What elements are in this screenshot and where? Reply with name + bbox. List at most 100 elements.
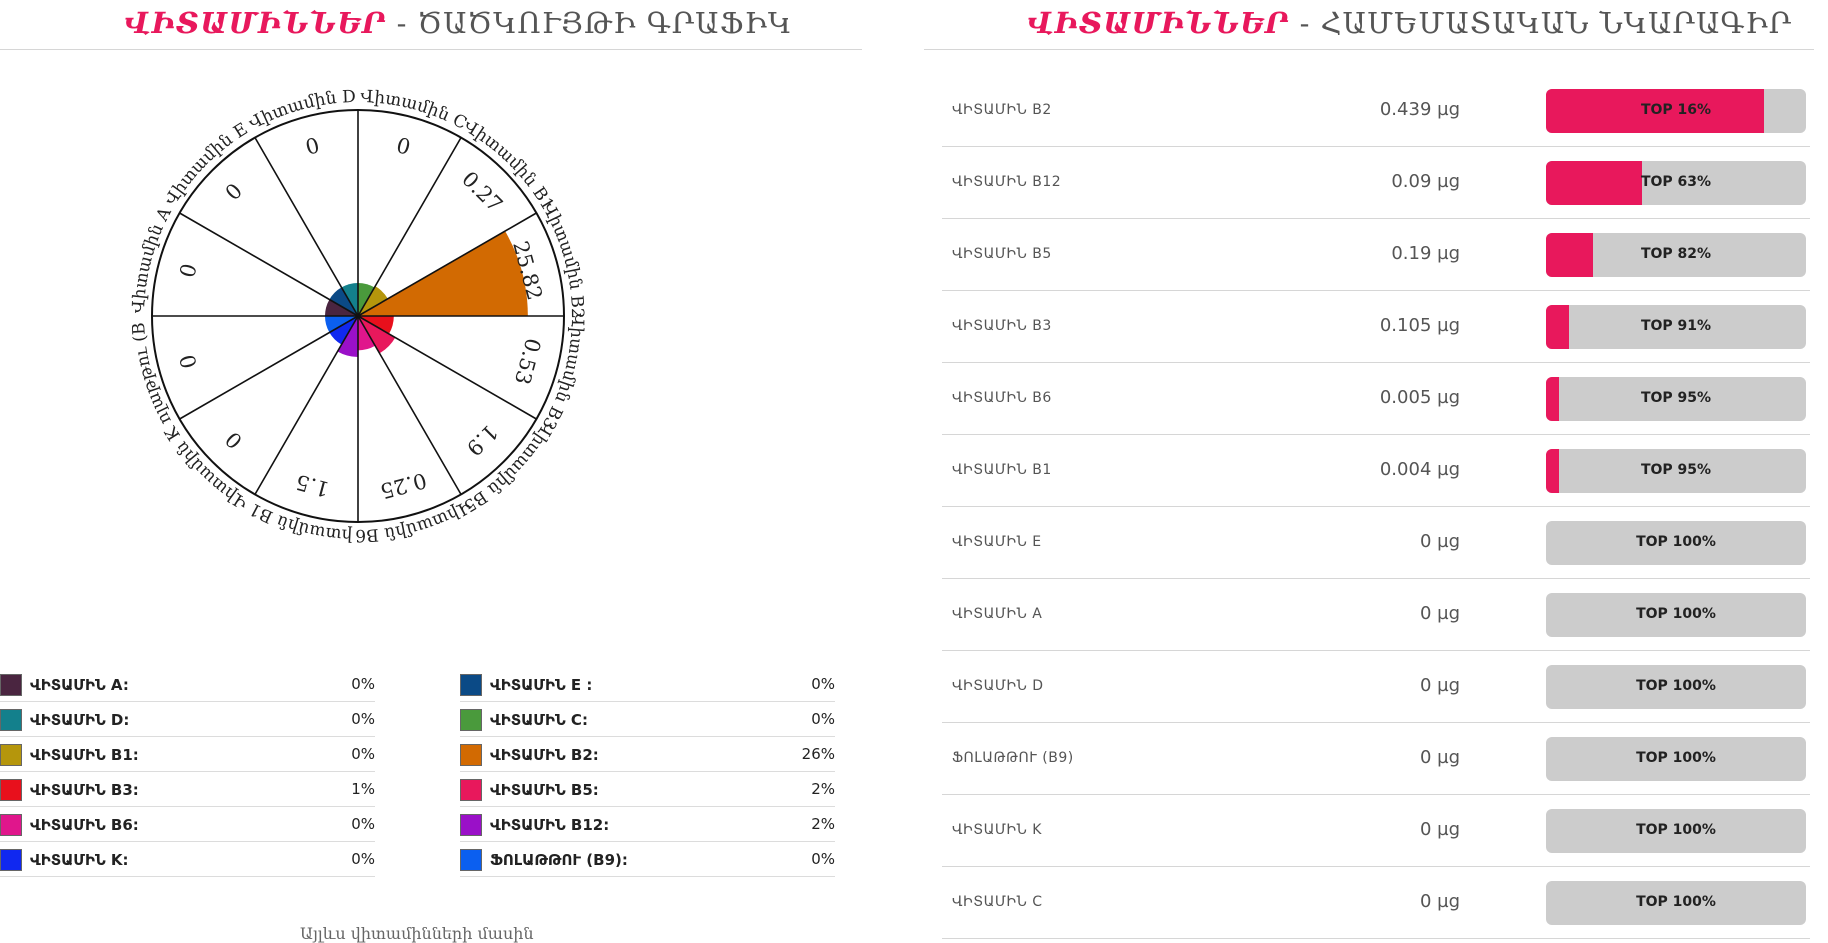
vitamin-polar-chart: Վիտամին CՎիտամին B1Վիտամին B2Վիտամին B3Վ… bbox=[100, 70, 588, 545]
comparison-panel-divider bbox=[924, 49, 1814, 50]
vitamin-amount: 0.19 µg bbox=[1391, 243, 1460, 264]
legend-label: ՎԻՏԱՄԻՆ B5: bbox=[490, 781, 599, 799]
chart-value-label: 0.27 bbox=[457, 167, 507, 217]
top-percentile-bar: TOP 16% bbox=[1546, 89, 1806, 133]
vitamin-row[interactable]: ՎԻՏԱՄԻՆ B3 0.105 µg TOP 91% bbox=[942, 291, 1810, 363]
legend-label: ՖՈԼԱԹԹՈՒ (B9): bbox=[490, 851, 628, 869]
legend-swatch bbox=[460, 849, 482, 871]
legend-percent: 0% bbox=[811, 850, 835, 868]
legend-swatch bbox=[460, 814, 482, 836]
top-percentile-bar: TOP 100% bbox=[1546, 521, 1806, 565]
top-percentile-label: TOP 100% bbox=[1636, 750, 1716, 766]
chart-spoke bbox=[179, 212, 359, 317]
top-percentile-label: TOP 100% bbox=[1636, 534, 1716, 550]
legend-percent: 26% bbox=[801, 745, 835, 763]
vitamin-name: ՎԻՏԱՄԻՆ K bbox=[952, 822, 1042, 838]
top-percentile-bar: TOP 82% bbox=[1546, 233, 1806, 277]
top-percentile-label: TOP 100% bbox=[1636, 822, 1716, 838]
vitamin-row[interactable]: ՖՈԼԱԹԹՈՒ (B9) 0 µg TOP 100% bbox=[942, 723, 1810, 795]
vitamin-amount: 0.105 µg bbox=[1379, 315, 1460, 336]
vitamin-name: ՎԻՏԱՄԻՆ A bbox=[952, 606, 1043, 622]
vitamins-comparison-table: ՎԻՏԱՄԻՆ B2 0.439 µg TOP 16% ՎԻՏԱՄԻՆ B12 0.09… bbox=[942, 75, 1810, 939]
chart-title-text: ԾԱԾԿՈՒՅԹԻ ԳՐԱՖԻԿ bbox=[417, 6, 793, 40]
vitamin-name: ՎԻՏԱՄԻՆ B6 bbox=[952, 390, 1052, 406]
chart-value-label: 1.5 bbox=[293, 470, 331, 502]
vitamin-amount: 0 µg bbox=[1419, 531, 1460, 552]
top-percentile-label: TOP 95% bbox=[1640, 462, 1712, 478]
legend-label: ՎԻՏԱՄԻՆ K: bbox=[30, 851, 129, 869]
legend-percent: 0% bbox=[351, 815, 375, 833]
chart-spoke bbox=[254, 137, 359, 317]
chart-panel-title: ՎԻՏԱՄԻՆՆԵՐ - ԾԱԾԿՈՒՅԹԻ ԳՐԱՖԻԿ bbox=[124, 6, 792, 40]
legend-label: ՎԻՏԱՄԻՆ B12: bbox=[490, 816, 610, 834]
legend-percent: 2% bbox=[811, 780, 835, 798]
vitamin-row[interactable]: ՎԻՏԱՄԻՆ B6 0.005 µg TOP 95% bbox=[942, 363, 1810, 435]
legend-label: ՎԻՏԱՄԻՆ B6: bbox=[30, 816, 139, 834]
top-percentile-label: TOP 82% bbox=[1640, 246, 1712, 262]
legend-label: ՎԻՏԱՄԻՆ C: bbox=[490, 711, 588, 729]
top-percentile-bar: TOP 100% bbox=[1546, 881, 1806, 925]
chart-legend-left: ՎԻՏԱՄԻՆ A: 0% ՎԻՏԱՄԻՆ D: 0% ՎԻՏԱՄԻՆ B1: 0% ՎԻՏ… bbox=[0, 667, 375, 877]
chart-legend-right: ՎԻՏԱՄԻՆ E :0% ՎԻՏԱՄԻՆ C: 0% ՎԻՏԱՄԻՆ B2: 26% Վ… bbox=[460, 667, 835, 877]
legend-label: ՎԻՏԱՄԻՆ D: bbox=[30, 711, 130, 729]
vitamin-row[interactable]: ՎԻՏԱՄԻՆ K 0 µg TOP 100% bbox=[942, 795, 1810, 867]
legend-label: ՎԻՏԱՄԻՆ B2: bbox=[490, 746, 599, 764]
vitamin-name: ՖՈԼԱԹԹՈՒ (B9) bbox=[952, 750, 1074, 766]
legend-percent: 0% bbox=[351, 745, 375, 763]
vitamin-row[interactable]: ՎԻՏԱՄԻՆ E 0 µg TOP 100% bbox=[942, 507, 1810, 579]
legend-swatch bbox=[0, 849, 22, 871]
legend-item: ՎԻՏԱՄԻՆ A: 0% bbox=[0, 667, 375, 702]
vitamin-row[interactable]: ՎԻՏԱՄԻՆ B5 0.19 µg TOP 82% bbox=[942, 219, 1810, 291]
vitamin-row[interactable]: ՎԻՏԱՄԻՆ D 0 µg TOP 100% bbox=[942, 651, 1810, 723]
legend-item: ՎԻՏԱՄԻՆ B6: 0% bbox=[0, 807, 375, 842]
comparison-panel-title: ՎԻՏԱՄԻՆՆԵՐ - ՀԱՄԵՄԱՏԱԿԱՆ ՆԿԱՐԱԳԻՐ bbox=[1027, 6, 1792, 40]
legend-swatch bbox=[0, 744, 22, 766]
vitamin-amount: 0 µg bbox=[1419, 819, 1460, 840]
top-percentile-label: TOP 100% bbox=[1636, 678, 1716, 694]
legend-percent: 0% bbox=[351, 675, 375, 693]
vitamin-amount: 0.09 µg bbox=[1391, 171, 1460, 192]
top-percentile-bar: TOP 63% bbox=[1546, 161, 1806, 205]
top-percentile-bar: TOP 100% bbox=[1546, 809, 1806, 853]
legend-item: ՎԻՏԱՄԻՆ B3: 1% bbox=[0, 772, 375, 807]
vitamin-row[interactable]: ՎԻՏԱՄԻՆ B2 0.439 µg TOP 16% bbox=[942, 75, 1810, 147]
top-percentile-bar: TOP 95% bbox=[1546, 377, 1806, 421]
legend-swatch bbox=[0, 814, 22, 836]
chart-panel-divider bbox=[0, 49, 862, 50]
legend-swatch bbox=[0, 779, 22, 801]
chart-spokes bbox=[152, 110, 564, 522]
top-percentile-bar: TOP 100% bbox=[1546, 593, 1806, 637]
vitamin-row[interactable]: ՎԻՏԱՄԻՆ B1 0.004 µg TOP 95% bbox=[942, 435, 1810, 507]
vitamin-name: ՎԻՏԱՄԻՆ B2 bbox=[952, 102, 1052, 118]
vitamin-row[interactable]: ՎԻՏԱՄԻՆ B12 0.09 µg TOP 63% bbox=[942, 147, 1810, 219]
top-percentile-bar: TOP 100% bbox=[1546, 665, 1806, 709]
vitamin-name: ՎԻՏԱՄԻՆ B1 bbox=[952, 462, 1052, 478]
chart-spoke bbox=[254, 315, 359, 495]
top-percentile-bar: TOP 95% bbox=[1546, 449, 1806, 493]
legend-percent: 0% bbox=[351, 850, 375, 868]
legend-percent: 0% bbox=[811, 675, 835, 693]
chart-value-label: 0 bbox=[221, 179, 247, 205]
chart-value-label: 0 bbox=[175, 261, 202, 280]
chart-title-accent: ՎԻՏԱՄԻՆՆԵՐ bbox=[124, 6, 387, 40]
legend-item: ՎԻՏԱՄԻՆ B12: 2% bbox=[460, 807, 835, 842]
legend-item: ՎԻՏԱՄԻՆ D: 0% bbox=[0, 702, 375, 737]
chart-value-label: 0 bbox=[394, 133, 413, 160]
legend-swatch bbox=[460, 674, 482, 696]
vitamin-row[interactable]: ՎԻՏԱՄԻՆ A 0 µg TOP 100% bbox=[942, 579, 1810, 651]
legend-item: ՎԻՏԱՄԻՆ C: 0% bbox=[460, 702, 835, 737]
legend-item: ՎԻՏԱՄԻՆ E : 0% bbox=[460, 667, 835, 702]
legend-swatch bbox=[0, 674, 22, 696]
legend-swatch bbox=[460, 779, 482, 801]
chart-category-label: Վիտամին B6 bbox=[355, 496, 475, 545]
chart-wedges bbox=[325, 231, 528, 357]
vitamin-name: ՎԻՏԱՄԻՆ D bbox=[952, 678, 1044, 694]
legend-swatch bbox=[0, 709, 22, 731]
more-vitamins-note: Այլևս վիտամինների մասին bbox=[300, 924, 534, 943]
vitamin-row[interactable]: ՎԻՏԱՄԻՆ C 0 µg TOP 100% bbox=[942, 867, 1810, 939]
chart-category-label: Վիտամին B3 bbox=[538, 313, 588, 433]
legend-label: ՎԻՏԱՄԻՆ A: bbox=[30, 676, 129, 694]
chart-title-separator: - bbox=[386, 6, 418, 40]
legend-label: ՎԻՏԱՄԻՆ B1: bbox=[30, 746, 139, 764]
vitamin-amount: 0 µg bbox=[1419, 603, 1460, 624]
